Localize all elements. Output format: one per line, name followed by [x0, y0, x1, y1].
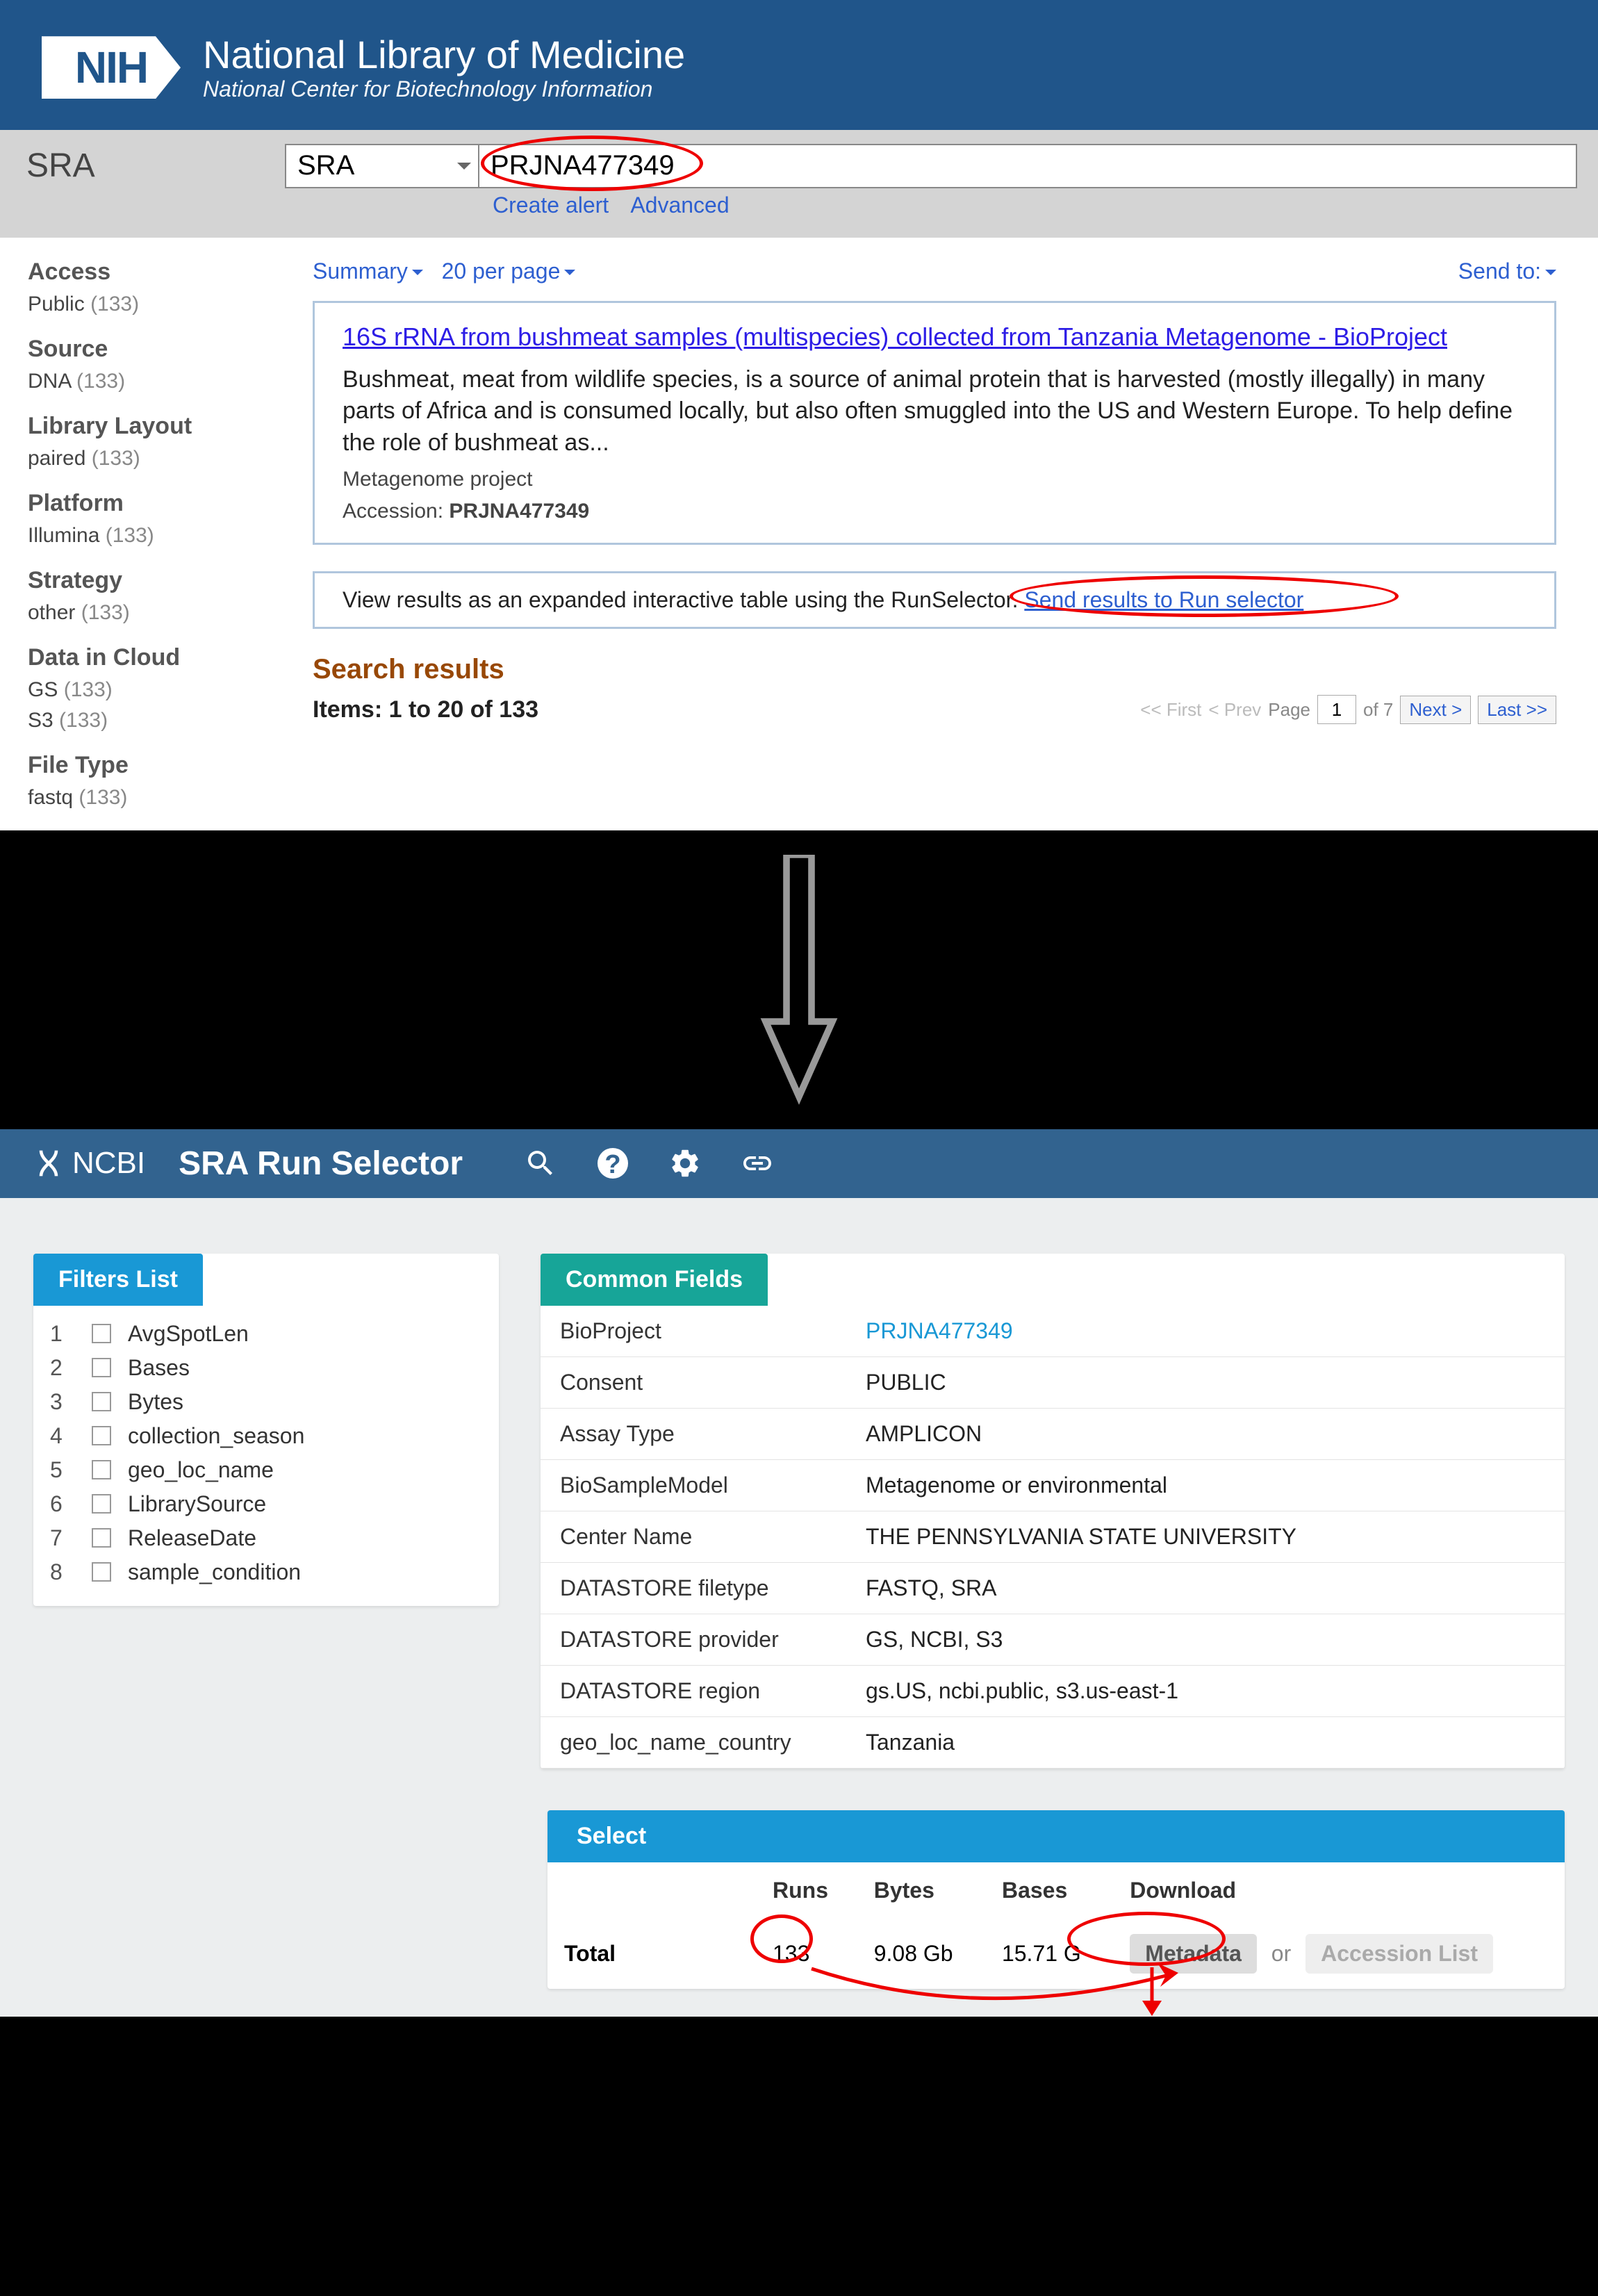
- facet-item[interactable]: other (133): [28, 601, 264, 625]
- field-row: geo_loc_name_countryTanzania: [541, 1716, 1565, 1768]
- pager-first: << First: [1140, 699, 1201, 721]
- nlm-header: NIH National Library of Medicine Nationa…: [0, 0, 1598, 130]
- facet-head: Access: [28, 259, 264, 286]
- advanced-link[interactable]: Advanced: [630, 192, 729, 218]
- result-accession: Accession: PRJNA477349: [343, 500, 1526, 523]
- link-icon[interactable]: [741, 1147, 774, 1180]
- pager-next[interactable]: Next >: [1400, 696, 1471, 724]
- filter-row[interactable]: 5geo_loc_name: [50, 1453, 482, 1487]
- send-to-dropdown[interactable]: Send to:: [1458, 259, 1556, 284]
- total-label: Total: [564, 1941, 616, 1966]
- nih-logo[interactable]: NIH: [42, 36, 181, 99]
- annotation-arrow-icon: [805, 1962, 1180, 2017]
- run-selector-header: NCBI SRA Run Selector ?: [0, 1129, 1598, 1198]
- filter-row[interactable]: 6LibrarySource: [50, 1487, 482, 1521]
- nlm-title: National Library of Medicine: [203, 33, 685, 76]
- filter-row[interactable]: 3Bytes: [50, 1385, 482, 1419]
- svg-text:?: ?: [604, 1150, 620, 1179]
- help-icon[interactable]: ?: [596, 1147, 629, 1180]
- field-row: DATASTORE regiongs.US, ncbi.public, s3.u…: [541, 1665, 1565, 1716]
- facet-item[interactable]: paired (133): [28, 447, 264, 470]
- result-description: Bushmeat, meat from wildlife species, is…: [343, 364, 1526, 460]
- facet-head: Strategy: [28, 567, 264, 594]
- facet-sidebar: Access Public (133) Source DNA (133) Lib…: [0, 238, 285, 830]
- facet-head: Library Layout: [28, 413, 264, 440]
- search-results-heading: Search results: [313, 654, 1556, 685]
- col-runs: Runs: [756, 1862, 857, 1919]
- facet-head: Source: [28, 336, 264, 363]
- select-panel: Select Runs Bytes Bases Download Total 1…: [547, 1810, 1565, 1989]
- bioproject-link[interactable]: PRJNA477349: [866, 1318, 1013, 1343]
- field-row: BioProjectPRJNA477349: [541, 1306, 1565, 1357]
- result-meta: Metagenome project: [343, 468, 1526, 491]
- filter-row[interactable]: 4collection_season: [50, 1419, 482, 1453]
- field-row: ConsentPUBLIC: [541, 1356, 1565, 1408]
- database-select[interactable]: SRA: [285, 144, 479, 188]
- facet-item[interactable]: GS (133): [28, 678, 264, 702]
- gear-icon[interactable]: [668, 1147, 702, 1180]
- filter-row[interactable]: 7ReleaseDate: [50, 1521, 482, 1555]
- run-selector-title: SRA Run Selector: [179, 1145, 463, 1183]
- col-bases: Bases: [985, 1862, 1113, 1919]
- ncbi-logo[interactable]: NCBI: [33, 1146, 145, 1181]
- service-label: SRA: [21, 147, 285, 185]
- items-count: Items: 1 to 20 of 133: [313, 696, 538, 723]
- nlm-subtitle: National Center for Biotechnology Inform…: [203, 76, 685, 102]
- field-row: Center NameTHE PENNSYLVANIA STATE UNIVER…: [541, 1511, 1565, 1562]
- facet-item[interactable]: Illumina (133): [28, 524, 264, 548]
- col-bytes: Bytes: [857, 1862, 985, 1919]
- annotation-arrow-icon: [1138, 1967, 1166, 2016]
- facet-head: Platform: [28, 490, 264, 517]
- filter-row[interactable]: 2Bases: [50, 1351, 482, 1385]
- runselector-bar: View results as an expanded interactive …: [313, 571, 1556, 629]
- flow-arrow-icon: [0, 830, 1598, 1129]
- pager-last[interactable]: Last >>: [1478, 696, 1556, 724]
- facet-item[interactable]: DNA (133): [28, 370, 264, 393]
- pager-of-label: of 7: [1363, 699, 1393, 721]
- col-download: Download: [1113, 1862, 1565, 1919]
- field-row: BioSampleModelMetagenome or environmenta…: [541, 1459, 1565, 1511]
- pager-prev: < Prev: [1208, 699, 1261, 721]
- or-label: or: [1271, 1941, 1291, 1966]
- send-to-runselector-link[interactable]: Send results to Run selector: [1024, 587, 1303, 612]
- filter-row[interactable]: 1AvgSpotLen: [50, 1317, 482, 1351]
- facet-head: File Type: [28, 752, 264, 779]
- select-tab: Select: [547, 1810, 1565, 1862]
- filters-tab: Filters List: [33, 1254, 203, 1306]
- filter-row[interactable]: 8sample_condition: [50, 1555, 482, 1589]
- result-title-link[interactable]: 16S rRNA from bushmeat samples (multispe…: [343, 322, 1447, 351]
- create-alert-link[interactable]: Create alert: [493, 192, 609, 218]
- pager-page-label: Page: [1268, 699, 1310, 721]
- field-row: Assay TypeAMPLICON: [541, 1408, 1565, 1459]
- search-icon[interactable]: [524, 1147, 557, 1180]
- facet-item[interactable]: S3 (133): [28, 709, 264, 732]
- accession-list-button[interactable]: Accession List: [1305, 1934, 1493, 1974]
- per-page-dropdown[interactable]: 20 per page: [442, 259, 576, 284]
- facet-item[interactable]: fastq (133): [28, 786, 264, 810]
- result-card: 16S rRNA from bushmeat samples (multispe…: [313, 301, 1556, 546]
- common-fields-tab: Common Fields: [541, 1254, 768, 1306]
- facet-item[interactable]: Public (133): [28, 293, 264, 316]
- summary-dropdown[interactable]: Summary: [313, 259, 423, 284]
- facet-head: Data in Cloud: [28, 644, 264, 671]
- field-row: DATASTORE providerGS, NCBI, S3: [541, 1614, 1565, 1665]
- pager-page-input[interactable]: [1317, 695, 1356, 724]
- filters-panel: Filters List 1AvgSpotLen 2Bases 3Bytes 4…: [33, 1254, 499, 1606]
- search-input[interactable]: [479, 144, 1577, 188]
- field-row: DATASTORE filetypeFASTQ, SRA: [541, 1562, 1565, 1614]
- common-fields-panel: Common Fields BioProjectPRJNA477349 Cons…: [541, 1254, 1565, 1769]
